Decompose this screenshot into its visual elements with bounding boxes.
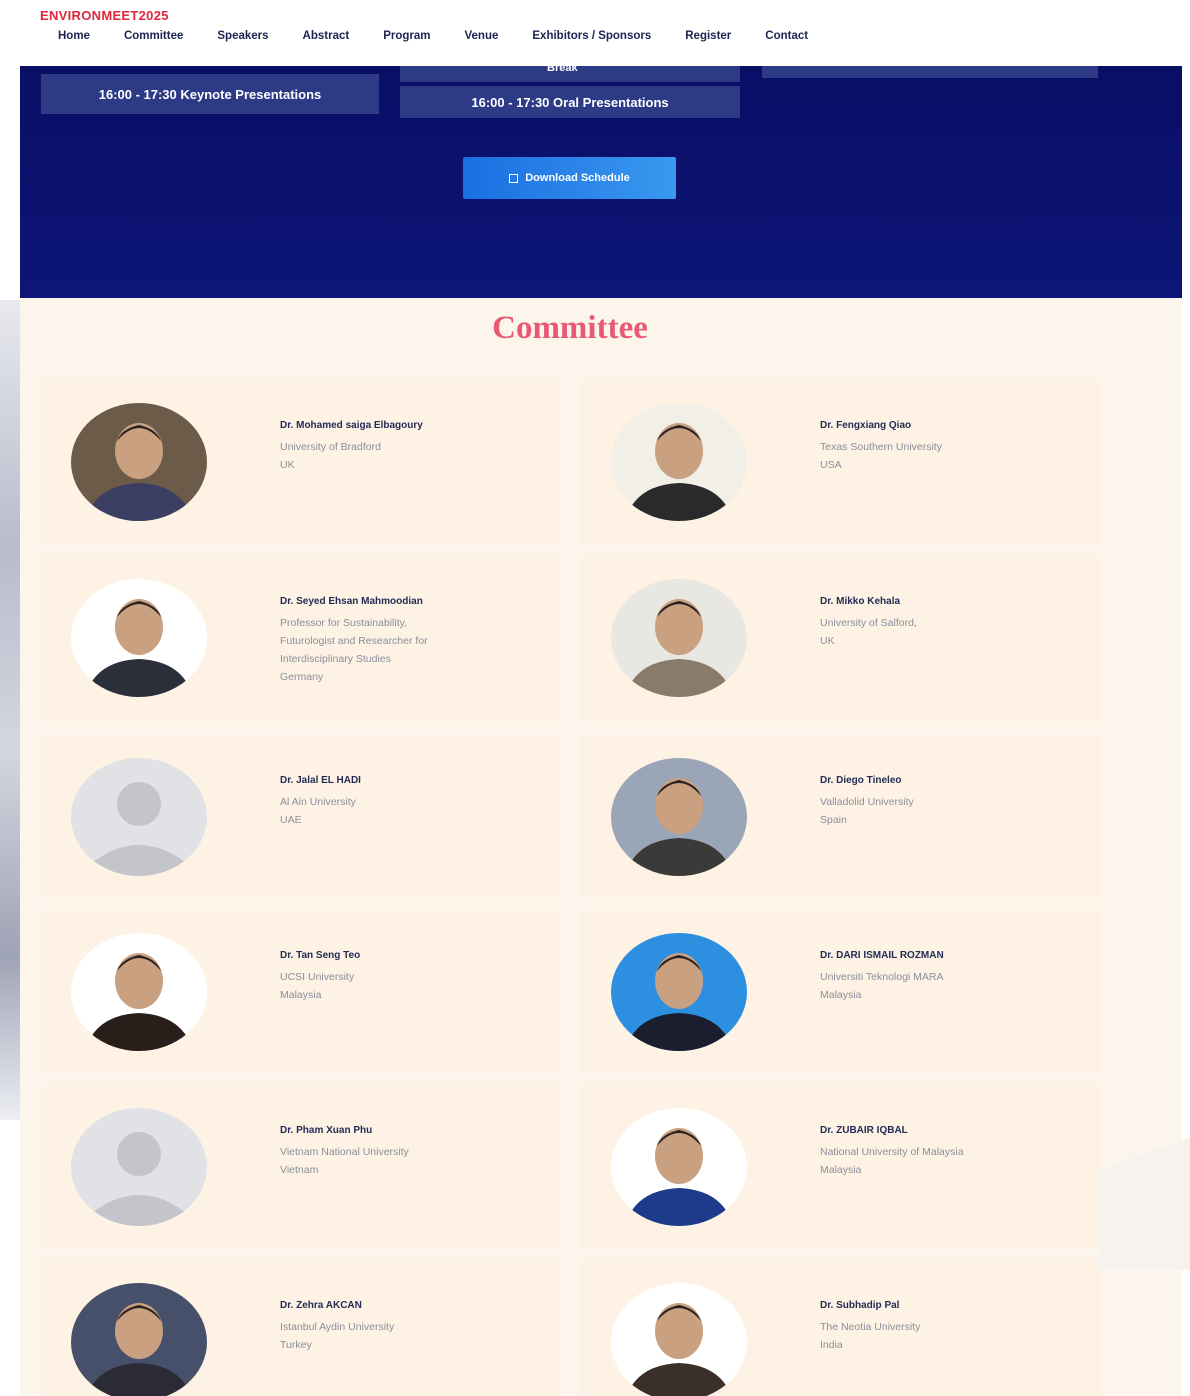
member-affiliation: Futurologist and Researcher for (280, 635, 428, 647)
member-affiliation: The Neotia University (820, 1321, 921, 1333)
avatar (71, 403, 207, 521)
download-icon (509, 173, 519, 183)
nav-item-abstract[interactable]: Abstract (303, 30, 350, 42)
main-nav: Home Committee Speakers Abstract Program… (58, 30, 842, 42)
member-name: Dr. Pham Xuan Phu (280, 1125, 373, 1136)
member-name: Dr. Mohamed saiga Elbagoury (280, 420, 423, 431)
committee-card: Dr. Diego Tineleo Valladolid University Sp… (581, 735, 1101, 898)
committee-card: Dr. Mohamed saiga Elbagoury University of… (41, 380, 561, 544)
member-affiliation: Germany (280, 671, 324, 683)
member-name: Dr. ZUBAIR IQBAL (820, 1125, 908, 1136)
nav-item-committee[interactable]: Committee (124, 30, 183, 42)
committee-card: Dr. Mikko Kehala University of Salford, UK (581, 556, 1101, 722)
member-affiliation: National University of Malaysia (820, 1146, 964, 1158)
member-name: Dr. Jalal EL HADI (280, 775, 361, 786)
nav-item-speakers[interactable]: Speakers (217, 30, 268, 42)
nav-item-program[interactable]: Program (383, 30, 430, 42)
avatar (611, 403, 747, 521)
member-affiliation: Vietnam National University (280, 1146, 409, 1158)
nav-item-contact[interactable]: Contact (765, 30, 808, 42)
nav-item-exhibitors[interactable]: Exhibitors / Sponsors (532, 30, 651, 42)
avatar (611, 1108, 747, 1226)
session-keynote: 16:00 - 17:30 Keynote Presentations (41, 74, 379, 114)
member-affiliation: Malaysia (820, 1164, 862, 1176)
member-name: Dr. Tan Seng Teo (280, 950, 361, 961)
member-name: Dr. DARI ISMAIL ROZMAN (820, 950, 944, 961)
member-affiliation: UAE (280, 814, 302, 826)
committee-card: Dr. Fengxiang Qiao Texas Southern Univers… (581, 380, 1101, 544)
decorative-corner (1098, 1080, 1190, 1270)
member-name: Dr. Subhadip Pal (820, 1300, 900, 1311)
member-affiliation: Vietnam (280, 1164, 319, 1176)
committee-card: Dr. Pham Xuan Phu Vietnam National Univer… (41, 1085, 561, 1248)
session-oral: 16:00 - 17:30 Oral Presentations (400, 86, 740, 118)
member-affiliation: Interdisciplinary Studies (280, 653, 391, 665)
page: { "site": { "brand": "ENVIRONMEET2025" }… (0, 0, 1190, 1396)
member-affiliation: Istanbul Aydin University (280, 1321, 395, 1333)
member-name: Dr. Mikko Kehala (820, 596, 901, 607)
committee-title: Committee (492, 310, 648, 346)
member-affiliation: India (820, 1339, 843, 1351)
download-schedule-label: Download Schedule (525, 172, 630, 184)
session-block-right (762, 66, 1098, 78)
member-affiliation: University of Salford, (820, 617, 917, 629)
member-affiliation: Universiti Teknologi MARA (820, 971, 944, 983)
committee-card: Dr. Seyed Ehsan Mahmoodian Professor for … (41, 556, 561, 722)
member-name: Dr. Zehra AKCAN (280, 1300, 362, 1311)
committee-card: Dr. Zehra AKCAN Istanbul Aydin University… (41, 1260, 561, 1396)
member-affiliation: Valladolid University (820, 796, 914, 808)
avatar (611, 1283, 747, 1396)
decorative-edge (0, 300, 20, 1120)
member-affiliation: UK (820, 635, 835, 647)
member-affiliation: Texas Southern University (820, 441, 942, 453)
avatar (611, 933, 747, 1051)
member-affiliation: USA (820, 459, 842, 471)
member-name: Dr. Fengxiang Qiao (820, 420, 912, 431)
member-affiliation: UK (280, 459, 295, 471)
member-affiliation: University of Bradford (280, 441, 381, 453)
member-affiliation: Professor for Sustainability, (280, 617, 408, 629)
member-affiliation: UCSI University (280, 971, 355, 983)
site-header: ENVIRONMEET2025 Home Committee Speakers … (20, 0, 1190, 66)
committee-card: Dr. Subhadip Pal The Neotia University Ind… (581, 1260, 1101, 1396)
nav-item-home[interactable]: Home (58, 30, 90, 42)
committee-card: Dr. DARI ISMAIL ROZMAN Universiti Teknolo… (581, 910, 1101, 1073)
schedule-hero: 16:00 - 17:30 Keynote Presentations Brea… (20, 62, 1182, 298)
member-affiliation: Turkey (280, 1339, 312, 1351)
committee-card: Dr. Tan Seng Teo UCSI University Malaysia (41, 910, 561, 1073)
avatar (611, 579, 747, 697)
nav-item-venue[interactable]: Venue (465, 30, 499, 42)
avatar (611, 758, 747, 876)
member-name: Dr. Seyed Ehsan Mahmoodian (280, 596, 423, 607)
member-affiliation: Spain (820, 814, 847, 826)
member-affiliation: Malaysia (280, 989, 322, 1001)
avatar (71, 933, 207, 1051)
member-name: Dr. Diego Tineleo (820, 775, 902, 786)
committee-card: Dr. ZUBAIR IQBAL National University of M… (581, 1085, 1101, 1248)
nav-item-register[interactable]: Register (685, 30, 731, 42)
avatar-placeholder-icon (71, 758, 207, 876)
avatar (71, 1283, 207, 1396)
download-schedule-button[interactable]: Download Schedule (463, 157, 676, 199)
member-affiliation: Malaysia (820, 989, 862, 1001)
site-brand[interactable]: ENVIRONMEET2025 (40, 8, 169, 23)
committee-section: Committee Dr. Mohamed saiga Elbagoury Uni… (20, 298, 1182, 1396)
committee-card: Dr. Jalal EL HADI Al Ain University UAE (41, 735, 561, 898)
member-affiliation: Al Ain University (280, 796, 356, 808)
avatar (71, 579, 207, 697)
avatar-placeholder-icon (71, 1108, 207, 1226)
